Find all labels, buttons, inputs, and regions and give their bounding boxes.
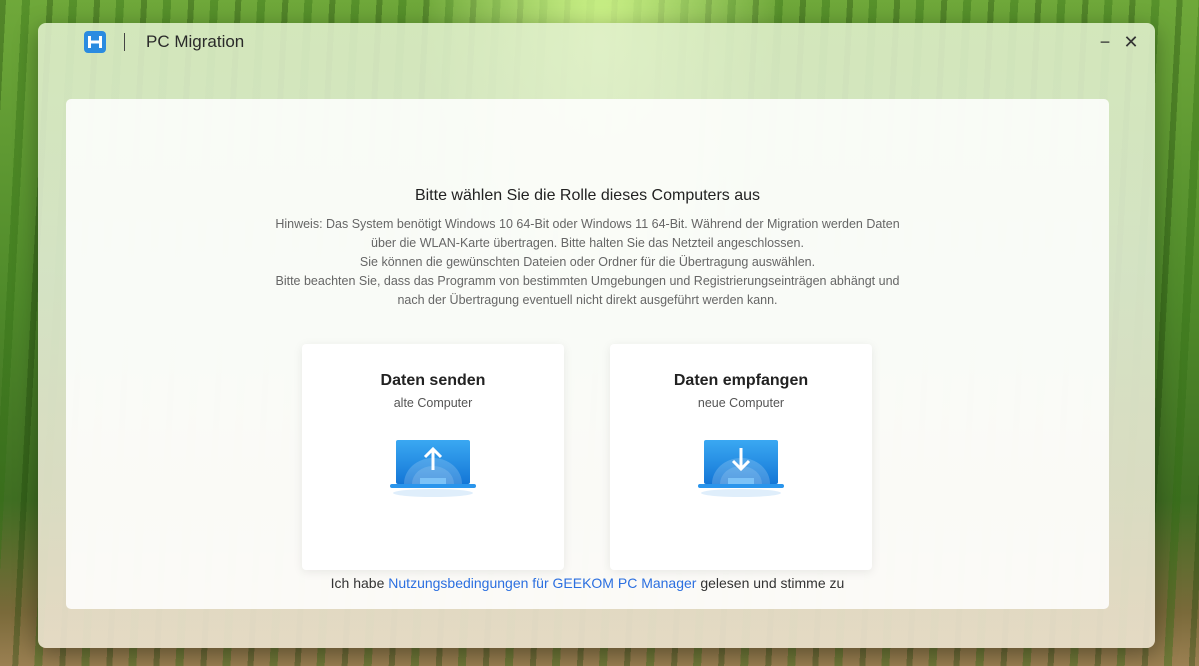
receive-data-card[interactable]: Daten empfangen neue Computer	[610, 344, 872, 570]
card-title: Daten senden	[380, 372, 486, 389]
card-title: Daten empfangen	[673, 372, 809, 389]
title-separator	[124, 33, 125, 51]
window-title: PC Migration	[146, 32, 245, 51]
laptop-upload-icon	[388, 436, 478, 498]
send-data-card[interactable]: Daten senden alte Computer	[302, 344, 564, 570]
terms-link[interactable]: Nutzungsbedingungen für GEEKOM PC Manage…	[388, 575, 696, 591]
hint-line: nach der Übertragung eventuell nicht dir…	[397, 293, 778, 307]
card-subtitle: alte Computer	[393, 396, 473, 410]
title-bar[interactable]: PC Migration − ✕	[38, 23, 1155, 63]
app-window: PC Migration − ✕ Bitte wählen Sie die Ro…	[38, 23, 1155, 648]
terms-agreement: Ich habe Nutzungsbedingungen für GEEKOM …	[66, 575, 1109, 591]
terms-suffix: gelesen und stimme zu	[696, 575, 845, 591]
main-panel: Bitte wählen Sie die Rolle dieses Comput…	[66, 99, 1109, 609]
close-button[interactable]: ✕	[1119, 30, 1143, 54]
terms-prefix: Ich habe	[330, 575, 389, 591]
minimize-button[interactable]: −	[1093, 30, 1117, 54]
hint-line: Sie können die gewünschten Dateien oder …	[359, 255, 816, 269]
hint-line: Bitte beachten Sie, dass das Programm vo…	[275, 274, 900, 288]
page-heading: Bitte wählen Sie die Rolle dieses Comput…	[414, 187, 761, 204]
laptop-download-icon	[696, 436, 786, 498]
hint-line: über die WLAN-Karte übertragen. Bitte ha…	[371, 236, 804, 250]
hint-text: Hinweis: Das System benötigt Windows 10 …	[216, 215, 959, 310]
hint-line: Hinweis: Das System benötigt Windows 10 …	[275, 217, 900, 231]
geekom-logo-icon	[84, 31, 106, 53]
card-subtitle: neue Computer	[697, 396, 785, 410]
